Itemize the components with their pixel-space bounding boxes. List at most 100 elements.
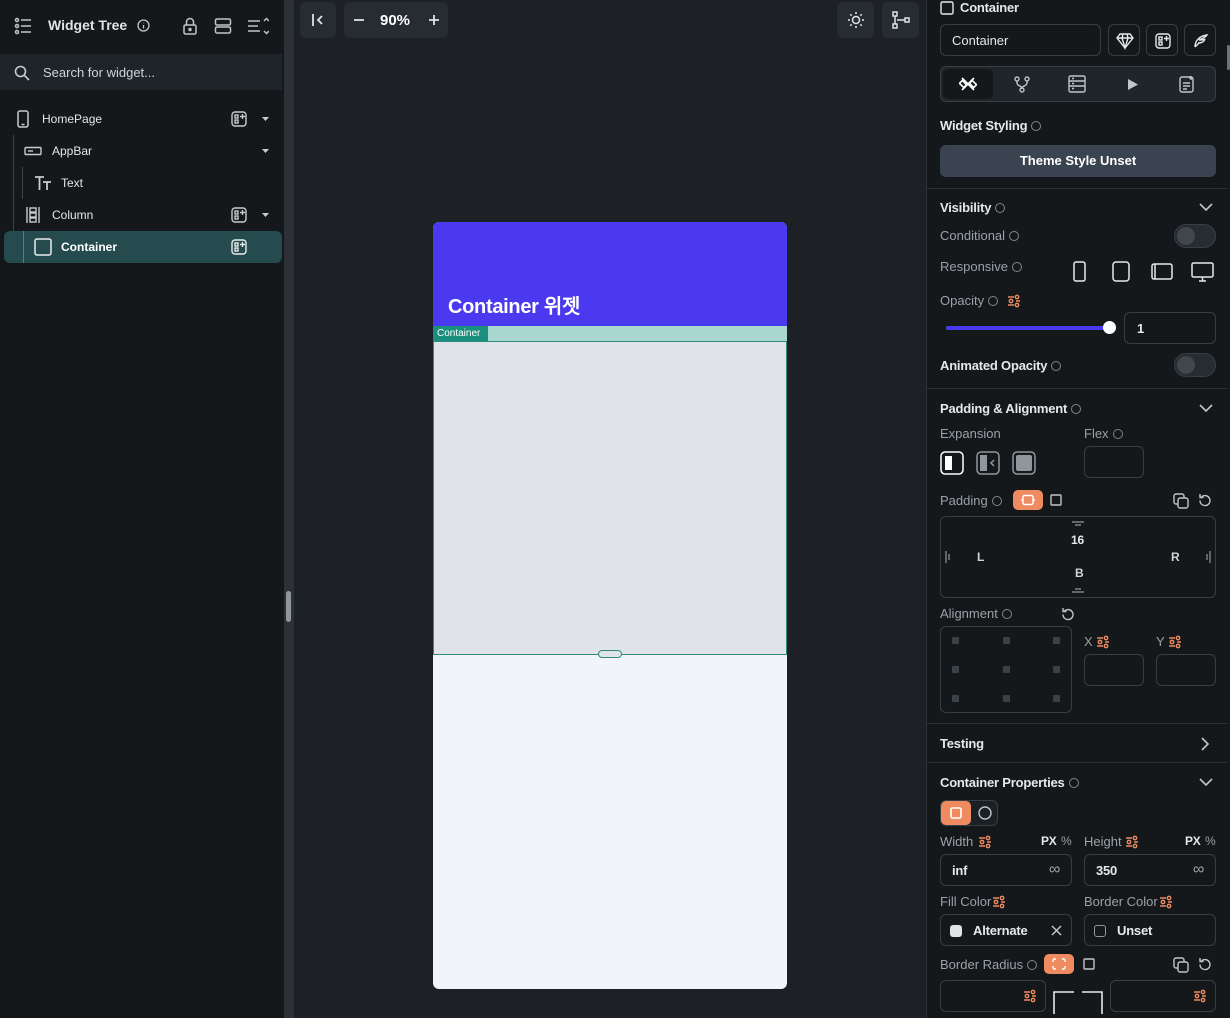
- add-widget-icon[interactable]: [231, 239, 247, 255]
- tab-animations-icon[interactable]: [1127, 78, 1139, 91]
- tab-actions-icon[interactable]: [1013, 75, 1031, 93]
- container-properties-section-title[interactable]: Container Properties: [940, 775, 1079, 790]
- tab-documentation-icon[interactable]: [1178, 75, 1196, 93]
- splitter-grip[interactable]: [286, 591, 291, 622]
- padding-bottom-handle-icon[interactable]: [1072, 587, 1084, 593]
- collapse-panel-button[interactable]: [300, 2, 336, 38]
- theme-style-button[interactable]: Theme Style Unset: [940, 145, 1216, 177]
- opacity-input[interactable]: 1: [1124, 312, 1216, 344]
- phone-visibility-icon[interactable]: [1073, 261, 1086, 282]
- opacity-slider-track[interactable]: [946, 321, 1116, 334]
- animated-opacity-toggle[interactable]: [1174, 353, 1216, 377]
- infinity-icon[interactable]: ∞: [1049, 861, 1060, 879]
- align-center-left[interactable]: [952, 666, 959, 673]
- theme-toggle-button[interactable]: [837, 2, 874, 38]
- info-icon[interactable]: [1051, 360, 1062, 371]
- height-unit-px[interactable]: PX: [1185, 834, 1201, 848]
- border-color-picker[interactable]: Unset: [1084, 914, 1216, 946]
- chevron-down-icon[interactable]: [1199, 778, 1213, 786]
- diamond-button[interactable]: [1108, 24, 1140, 56]
- align-top-center[interactable]: [1003, 637, 1010, 644]
- variable-settings-icon[interactable]: [1193, 989, 1207, 1003]
- tree-item-container[interactable]: Container: [4, 231, 282, 263]
- padding-top-handle-icon[interactable]: [1072, 521, 1084, 527]
- expansion-expanded-button[interactable]: [1012, 451, 1036, 475]
- lock-icon[interactable]: [182, 17, 198, 35]
- add-widget-icon[interactable]: [231, 207, 247, 223]
- variable-settings-icon[interactable]: [992, 895, 1006, 909]
- tree-item-homepage[interactable]: HomePage: [4, 103, 282, 135]
- variable-settings-icon[interactable]: [1007, 294, 1021, 308]
- tree-item-column[interactable]: Column: [4, 199, 282, 231]
- align-bottom-center[interactable]: [1003, 695, 1010, 702]
- variable-settings-icon[interactable]: [1159, 895, 1173, 909]
- zoom-in-button[interactable]: [428, 13, 440, 27]
- resize-handle[interactable]: [598, 650, 622, 658]
- info-icon[interactable]: [1027, 959, 1038, 970]
- padding-bottom-value[interactable]: B: [1075, 566, 1084, 580]
- align-top-left[interactable]: [952, 637, 959, 644]
- widget-name-input[interactable]: Container: [940, 24, 1101, 56]
- chevron-down-icon[interactable]: [1199, 203, 1213, 211]
- add-widget-icon[interactable]: [231, 111, 247, 127]
- generate-code-button[interactable]: [1184, 24, 1216, 56]
- caret-down-icon[interactable]: [262, 149, 269, 153]
- sort-icon[interactable]: [247, 17, 269, 35]
- reset-icon[interactable]: [1197, 957, 1212, 972]
- align-bottom-right[interactable]: [1053, 695, 1060, 702]
- copy-icon[interactable]: [1173, 957, 1189, 973]
- appbar-preview[interactable]: Container 위젯: [433, 222, 787, 326]
- info-icon[interactable]: [1071, 403, 1082, 414]
- padding-right-handle-icon[interactable]: [1205, 551, 1211, 563]
- variable-settings-icon[interactable]: [978, 835, 992, 849]
- align-x-input[interactable]: [1084, 654, 1144, 686]
- variable-settings-icon[interactable]: [1125, 835, 1139, 849]
- padding-top-value[interactable]: 16: [1071, 533, 1084, 547]
- padding-individual-icon[interactable]: [1050, 494, 1062, 506]
- reset-icon[interactable]: [1060, 607, 1075, 622]
- phone-preview[interactable]: Container 위젯 Container: [433, 222, 787, 989]
- info-icon[interactable]: [1009, 230, 1020, 241]
- expansion-tight-button[interactable]: [976, 451, 1000, 475]
- height-input[interactable]: 350 ∞: [1084, 854, 1216, 886]
- width-input[interactable]: inf ∞: [940, 854, 1072, 886]
- align-top-right[interactable]: [1053, 637, 1060, 644]
- info-icon[interactable]: [1068, 777, 1079, 788]
- chevron-down-icon[interactable]: [1199, 404, 1213, 412]
- variable-settings-icon[interactable]: [1023, 989, 1037, 1003]
- info-icon[interactable]: [991, 495, 1002, 506]
- variable-settings-icon[interactable]: [1168, 635, 1182, 649]
- info-icon[interactable]: [1011, 261, 1022, 272]
- tablet-visibility-icon[interactable]: [1112, 261, 1130, 282]
- padding-left-handle-icon[interactable]: [945, 551, 951, 563]
- tree-item-text[interactable]: Text: [4, 167, 282, 199]
- height-unit-percent[interactable]: %: [1205, 834, 1216, 848]
- width-unit-px[interactable]: PX: [1041, 834, 1057, 848]
- info-icon[interactable]: [995, 202, 1006, 213]
- chevron-right-icon[interactable]: [1201, 737, 1209, 751]
- tab-properties[interactable]: [943, 69, 993, 99]
- appbar-title[interactable]: Container 위젯: [448, 290, 580, 319]
- flex-input[interactable]: [1084, 446, 1144, 478]
- clear-icon[interactable]: [1051, 925, 1062, 936]
- tree-item-appbar[interactable]: AppBar: [4, 135, 282, 167]
- opacity-slider-thumb[interactable]: [1103, 321, 1116, 334]
- container-preview[interactable]: [433, 341, 787, 655]
- info-icon[interactable]: [1001, 608, 1012, 619]
- radius-top-left-input[interactable]: [940, 980, 1046, 1012]
- variable-settings-icon[interactable]: [1096, 635, 1110, 649]
- tablet-landscape-visibility-icon[interactable]: [1151, 263, 1173, 280]
- align-y-input[interactable]: [1156, 654, 1216, 686]
- alignment-grid[interactable]: [940, 626, 1072, 713]
- desktop-visibility-icon[interactable]: [1191, 262, 1214, 282]
- circle-shape-icon[interactable]: [978, 806, 992, 820]
- shape-rectangle-button[interactable]: [941, 801, 971, 825]
- radius-individual-icon[interactable]: [1083, 958, 1095, 970]
- tab-backend-query-icon[interactable]: [1068, 75, 1086, 93]
- layers-icon[interactable]: [214, 17, 232, 35]
- copy-icon[interactable]: [1173, 493, 1189, 509]
- padding-uniform-toggle[interactable]: [1013, 490, 1043, 510]
- fill-color-picker[interactable]: Alternate: [940, 914, 1072, 946]
- caret-down-icon[interactable]: [262, 213, 269, 217]
- align-bottom-left[interactable]: [952, 695, 959, 702]
